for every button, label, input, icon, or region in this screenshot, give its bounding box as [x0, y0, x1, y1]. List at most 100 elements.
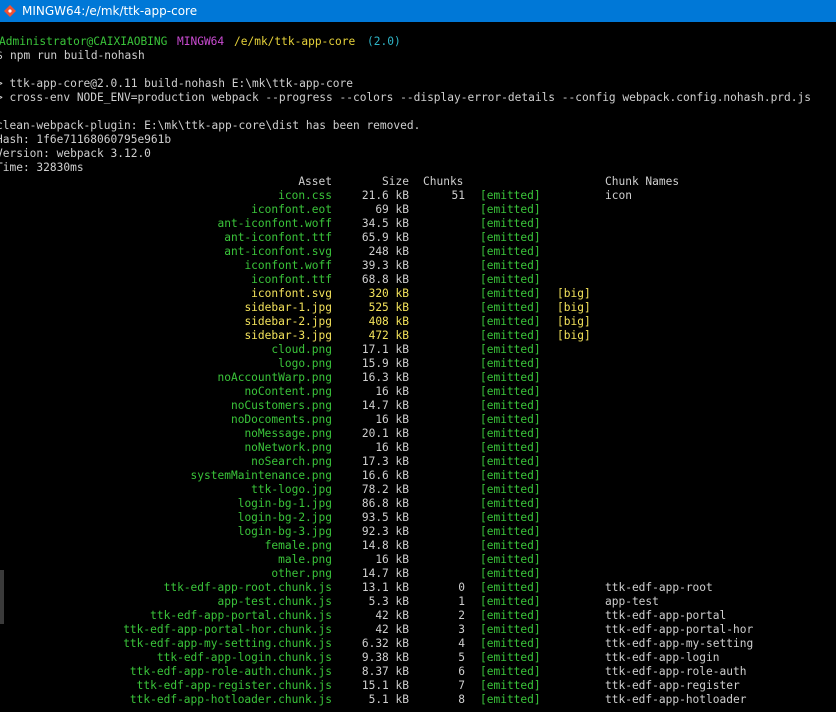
asset-size: 248 kB: [368, 245, 409, 258]
asset-size: 17.3 kB: [361, 455, 409, 468]
asset-name: other.png: [271, 567, 332, 580]
asset-row: ttk-edf-app-role-auth.chunk.js 8.37 kB 6 [e…: [0, 665, 836, 679]
asset-row: noDocoments.png 16 kB [emitted]: [0, 413, 836, 427]
window-titlebar[interactable]: MINGW64:/e/mk/ttk-app-core: [0, 0, 836, 22]
scroll-indicator[interactable]: [0, 570, 4, 624]
asset-size: 92.3 kB: [361, 525, 409, 538]
asset-status: [emitted]: [480, 469, 541, 482]
asset-status: [emitted]: [480, 189, 541, 202]
asset-chunk: 0: [458, 581, 465, 594]
asset-size: 68.8 kB: [361, 273, 409, 286]
asset-status: [emitted]: [480, 287, 541, 300]
asset-status: [emitted]: [480, 483, 541, 496]
prompt-path: /e/mk/ttk-app-core: [234, 35, 356, 48]
asset-name: icon.css: [278, 189, 332, 202]
asset-name: male.png: [278, 553, 332, 566]
asset-status: [emitted]: [480, 273, 541, 286]
asset-chunk-name: ttk-edf-app-register: [605, 679, 740, 692]
asset-size: 15.1 kB: [361, 679, 409, 692]
asset-size: 9.38 kB: [361, 651, 409, 664]
npm-line: > cross-env NODE_ENV=production webpack …: [0, 91, 811, 104]
asset-status: [emitted]: [480, 343, 541, 356]
asset-status: [emitted]: [480, 371, 541, 384]
asset-name: sidebar-2.jpg: [244, 315, 332, 328]
asset-flag: [big]: [557, 329, 591, 342]
asset-row: male.png 16 kB [emitted]: [0, 553, 836, 567]
asset-row: systemMaintenance.png 16.6 kB [emitted]: [0, 469, 836, 483]
asset-size: 16 kB: [375, 413, 409, 426]
asset-name: iconfont.svg: [251, 287, 332, 300]
asset-size: 42 kB: [375, 623, 409, 636]
asset-name: iconfont.woff: [244, 259, 332, 272]
asset-row: icon.css 21.6 kB 51 [emitted] icon: [0, 189, 836, 203]
asset-flag: [big]: [557, 287, 591, 300]
prompt-shell: MINGW64: [177, 35, 225, 48]
asset-row: ttk-edf-app-portal-hor.chunk.js 42 kB 3 [em…: [0, 623, 836, 637]
asset-chunk-name: ttk-edf-app-my-setting: [605, 637, 754, 650]
asset-chunk: 8: [458, 693, 465, 706]
asset-chunk-name: ttk-edf-app-login: [605, 651, 720, 664]
asset-chunk-name: ttk-edf-app-role-auth: [605, 665, 747, 678]
asset-chunk-name: app-test: [605, 595, 659, 608]
asset-size: 42 kB: [375, 609, 409, 622]
asset-chunk-name: ttk-edf-app-hotloader: [605, 693, 747, 706]
asset-size: 16.3 kB: [361, 371, 409, 384]
asset-size: 8.37 kB: [361, 665, 409, 678]
asset-flag: [big]: [557, 315, 591, 328]
asset-name: noMessage.png: [244, 427, 332, 440]
asset-name: noCustomers.png: [230, 399, 332, 412]
header-asset: Asset: [298, 175, 332, 188]
asset-name: ttk-edf-app-my-setting.chunk.js: [123, 637, 332, 650]
asset-row: other.png 14.7 kB [emitted]: [0, 567, 836, 581]
asset-status: [emitted]: [480, 567, 541, 580]
asset-row: iconfont.svg 320 kB [emitted] [big]: [0, 287, 836, 301]
asset-size: 86.8 kB: [361, 497, 409, 510]
asset-status: [emitted]: [480, 581, 541, 594]
asset-status: [emitted]: [480, 693, 541, 706]
asset-chunk-name: ttk-edf-app-root: [605, 581, 713, 594]
asset-size: 14.7 kB: [361, 567, 409, 580]
asset-size: 472 kB: [368, 329, 409, 342]
window-title: MINGW64:/e/mk/ttk-app-core: [22, 4, 198, 18]
asset-status: [emitted]: [480, 259, 541, 272]
asset-status: [emitted]: [480, 651, 541, 664]
asset-name: ttk-edf-app-login.chunk.js: [156, 651, 332, 664]
asset-chunk: 1: [458, 595, 465, 608]
asset-status: [emitted]: [480, 301, 541, 314]
asset-name: iconfont.ttf: [251, 273, 332, 286]
asset-status: [emitted]: [480, 455, 541, 468]
asset-status: [emitted]: [480, 525, 541, 538]
asset-size: 15.9 kB: [361, 357, 409, 370]
asset-chunk: 51: [451, 189, 465, 202]
asset-status: [emitted]: [480, 357, 541, 370]
asset-row: logo.png 15.9 kB [emitted]: [0, 357, 836, 371]
asset-name: ant-iconfont.ttf: [224, 231, 332, 244]
asset-status: [emitted]: [480, 665, 541, 678]
asset-status: [emitted]: [480, 217, 541, 230]
prompt-line: Administrator@CAIXIAOBING MINGW64 /e/mk/…: [0, 35, 836, 49]
asset-row: ttk-edf-app-register.chunk.js 15.1 kB 7 [em…: [0, 679, 836, 693]
terminal-output[interactable]: Administrator@CAIXIAOBING MINGW64 /e/mk/…: [0, 22, 836, 712]
asset-name: login-bg-3.jpg: [237, 525, 332, 538]
info-line: Time: 32830ms: [0, 161, 84, 174]
asset-row: ttk-logo.jpg 78.2 kB [emitted]: [0, 483, 836, 497]
asset-chunk-name: ttk-edf-app-portal-hor: [605, 623, 754, 636]
asset-size: 78.2 kB: [361, 483, 409, 496]
asset-status: [emitted]: [480, 245, 541, 258]
asset-chunk: 5: [458, 651, 465, 664]
asset-size: 65.9 kB: [361, 231, 409, 244]
asset-name: app-test.chunk.js: [217, 595, 332, 608]
header-chunks: Chunks: [423, 175, 464, 188]
asset-chunk: 4: [458, 637, 465, 650]
asset-size: 5.3 kB: [368, 595, 409, 608]
prompt-symbol: $: [0, 49, 3, 63]
prompt-user: Administrator@CAIXIAOBING: [0, 35, 168, 48]
asset-list: icon.css 21.6 kB 51 [emitted] icon iconfont.e…: [0, 189, 836, 707]
asset-status: [emitted]: [480, 441, 541, 454]
asset-status: [emitted]: [480, 231, 541, 244]
info-line: Version: webpack 3.12.0: [0, 147, 151, 160]
asset-row: iconfont.eot 69 kB [emitted]: [0, 203, 836, 217]
asset-status: [emitted]: [480, 413, 541, 426]
